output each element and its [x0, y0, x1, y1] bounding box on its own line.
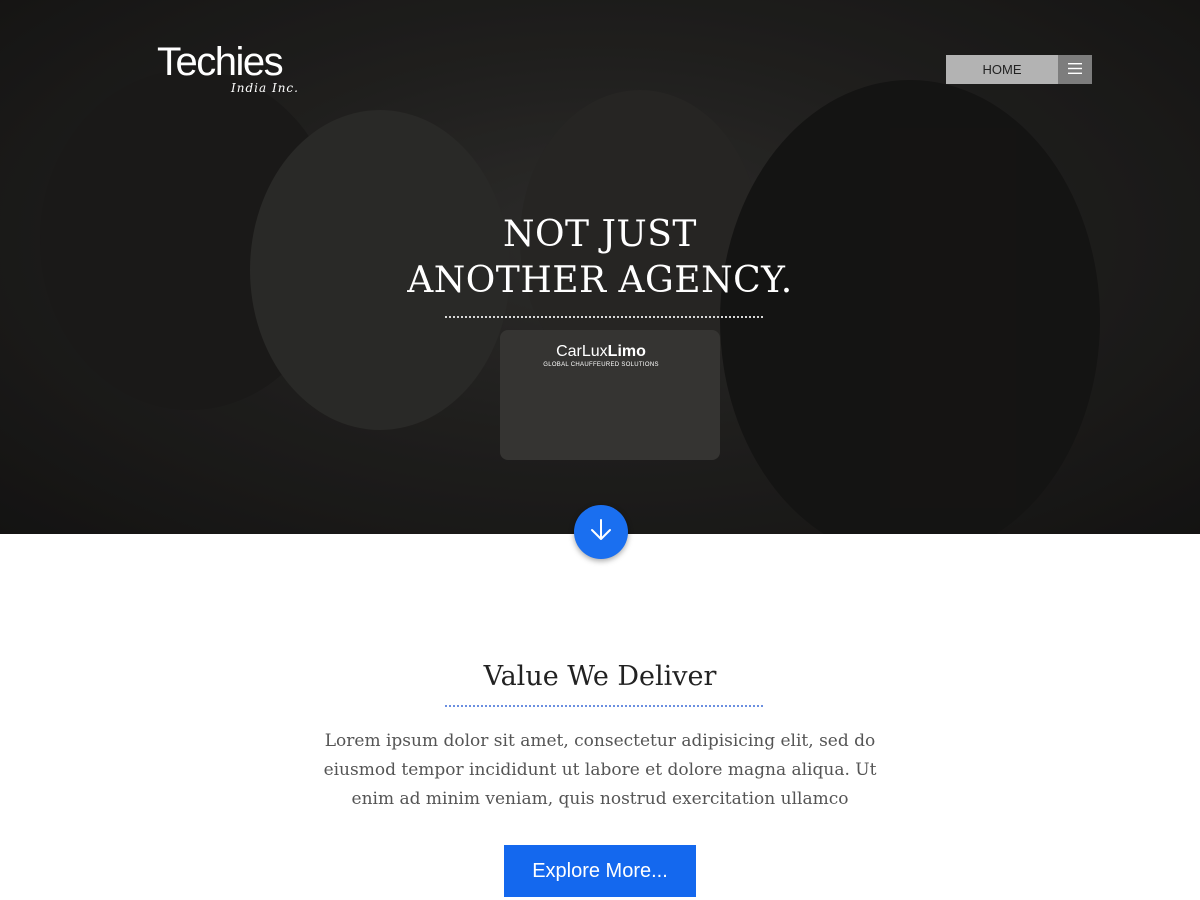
- value-section-text: Lorem ipsum dolor sit amet, consectetur …: [323, 731, 877, 809]
- client-logo-name: CarLuxLimo: [540, 343, 662, 361]
- explore-more-button[interactable]: Explore More...: [504, 845, 696, 897]
- scroll-down-button[interactable]: [574, 505, 628, 559]
- client-logo-name-bold: Limo: [607, 343, 646, 360]
- hero-divider: [445, 316, 763, 318]
- client-logo: CarLuxLimo GLOBAL CHAUFFEURED SOLUTIONS: [540, 343, 662, 370]
- logo-subtitle: India Inc.: [231, 81, 299, 95]
- hamburger-menu-icon: [1068, 61, 1082, 79]
- value-section-title: Value We Deliver: [483, 661, 717, 692]
- client-logo-tagline: GLOBAL CHAUFFEURED SOLUTIONS: [543, 362, 659, 368]
- hero-headline-line2: ANOTHER AGENCY.: [407, 260, 793, 301]
- site-logo[interactable]: Techies India Inc.: [157, 40, 298, 95]
- hero-section: Techies India Inc. HOME NOT JUST ANOTHER…: [0, 0, 1200, 534]
- nav-home-button[interactable]: HOME: [946, 55, 1058, 84]
- logo-wordmark: Techies: [157, 40, 284, 84]
- arrow-down-icon: [588, 517, 614, 548]
- client-logo-name-light: CarLux: [556, 343, 608, 360]
- value-divider: [445, 705, 763, 707]
- top-nav: HOME: [946, 55, 1092, 84]
- hero-headline: NOT JUST ANOTHER AGENCY.: [0, 212, 1200, 304]
- hero-headline-line1: NOT JUST: [503, 214, 697, 255]
- menu-button[interactable]: [1058, 55, 1092, 84]
